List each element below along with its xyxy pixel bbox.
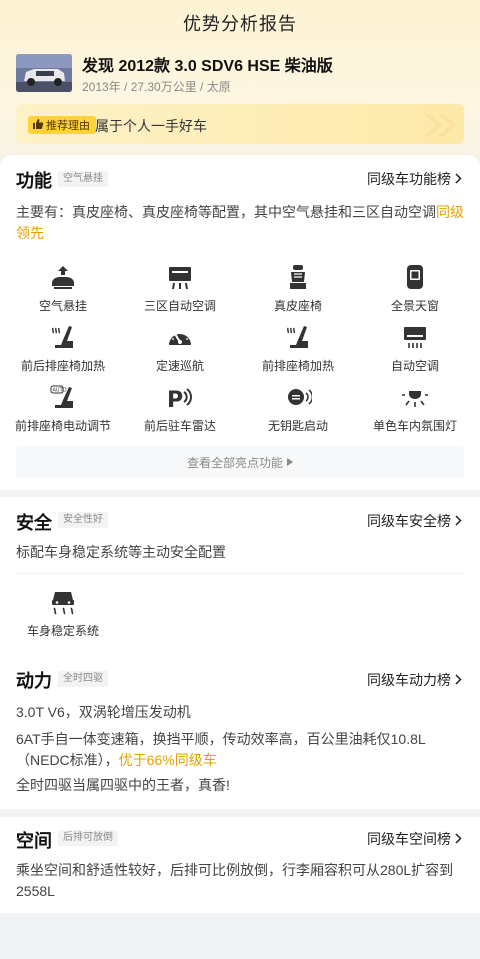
car-meta: 2013年 / 27.30万公里 / 太原	[82, 80, 231, 94]
function-rank-link[interactable]: 同级车功能榜	[367, 169, 462, 189]
ambient-light-icon	[360, 380, 470, 414]
feature-item[interactable]: 全景天窗	[360, 260, 470, 314]
feature-label: 车身稳定系统	[26, 624, 99, 638]
feature-item[interactable]: AUTO 前排座椅电动调节	[8, 380, 118, 434]
power-engine-line: 3.0T V6，双涡轮增压发动机	[16, 704, 191, 720]
car-thumbnail[interactable]	[16, 54, 72, 92]
seat-heating-icon	[8, 320, 118, 354]
chevron-right-icon	[455, 171, 462, 187]
power-seat-icon: AUTO	[8, 380, 118, 414]
parking-radar-icon: P	[125, 380, 235, 414]
tri-zone-ac-icon	[125, 260, 235, 294]
chevron-right-icon	[455, 672, 462, 688]
recommend-tag-label: 推荐理由	[46, 120, 90, 132]
power-section: 动力 全时四驱 同级车动力榜 3.0T V6，双涡轮增压发动机 6AT手自一体变…	[0, 657, 480, 809]
feature-label: 空气悬挂	[38, 299, 87, 313]
space-rank-link-label: 同级车空间榜	[367, 831, 451, 847]
safety-badge: 安全性好	[58, 512, 108, 528]
feature-item[interactable]: 无钥匙启动	[243, 380, 353, 434]
function-description: 主要有：真皮座椅、真皮座椅等配置，其中空气悬挂和三区自动空调同级领先	[16, 202, 464, 244]
feature-item[interactable]: 单色车内氛围灯	[360, 380, 470, 434]
function-section: 功能 空气悬挂 同级车功能榜 主要有：真皮座椅、真皮座椅等配置，其中空气悬挂和三…	[0, 155, 480, 490]
function-title: 功能	[16, 171, 52, 191]
double-chevron-icon	[416, 110, 464, 145]
feature-item[interactable]: 空气悬挂	[8, 260, 118, 314]
feature-item[interactable]: 前后排座椅加热	[8, 320, 118, 374]
keyless-start-icon	[243, 380, 353, 414]
power-drivetrain-line: 全时四驱当属四驱中的王者，真香!	[16, 777, 230, 793]
feature-label: 自动空调	[390, 359, 439, 373]
feature-item[interactable]: 三区自动空调	[125, 260, 235, 314]
safety-rank-link[interactable]: 同级车安全榜	[367, 511, 462, 531]
front-seat-heating-icon	[243, 320, 353, 354]
safety-title: 安全	[16, 513, 52, 533]
feature-item[interactable]: 真皮座椅	[243, 260, 353, 314]
recommend-text: 属于个人一手好车	[95, 118, 207, 134]
feature-item[interactable]: 自动空调	[360, 320, 470, 374]
feature-label: 三区自动空调	[143, 299, 216, 313]
power-rank-link[interactable]: 同级车动力榜	[367, 670, 462, 690]
feature-label: 单色车内氛围灯	[372, 419, 457, 433]
recommend-bar: 推荐理由 属于个人一手好车	[16, 104, 464, 144]
safety-rank-link-label: 同级车安全榜	[367, 513, 451, 529]
function-badge: 空气悬挂	[58, 171, 108, 187]
chevron-right-icon	[455, 831, 462, 847]
panoramic-sunroof-icon	[360, 260, 470, 294]
caret-right-icon	[287, 455, 293, 469]
space-description: 乘坐空间和舒适性较好，后排可比例放倒，行李厢容积可从280L扩容到2558L	[16, 862, 454, 899]
feature-label: 定速巡航	[155, 359, 204, 373]
chevron-right-icon	[455, 513, 462, 529]
cruise-control-icon	[125, 320, 235, 354]
feature-label: 前后驻车雷达	[143, 419, 216, 433]
feature-label: 前后排座椅加热	[20, 359, 105, 373]
feature-item[interactable]: P 前后驻车雷达	[125, 380, 235, 434]
feature-label: 无钥匙启动	[267, 419, 328, 433]
safety-description: 标配车身稳定系统等主动安全配置	[16, 544, 226, 560]
air-suspension-icon	[8, 260, 118, 294]
feature-item[interactable]: 前排座椅加热	[243, 320, 353, 374]
stability-control-icon	[8, 585, 118, 619]
function-rank-link-label: 同级车功能榜	[367, 171, 451, 187]
power-title: 动力	[16, 671, 52, 691]
power-transmission-line: 6AT手自一体变速箱，换挡平顺，传动效率高，百公里油耗仅10.8L（NEDC标准…	[16, 729, 464, 771]
space-badge: 后排可放倒	[58, 830, 118, 846]
safety-section: 安全 安全性好 同级车安全榜 标配车身稳定系统等主动安全配置 车身稳定系统	[0, 497, 480, 657]
svg-text:AUTO: AUTO	[53, 388, 67, 394]
feature-item[interactable]: 定速巡航	[125, 320, 235, 374]
feature-label: 前排座椅加热	[261, 359, 334, 373]
power-transmission-highlight: 优于66%同级车	[118, 752, 217, 768]
safety-divider	[16, 573, 464, 574]
power-transmission-main: 6AT手自一体变速箱，换挡平顺，传动效率高，百公里油耗仅10.8L（NEDC标准…	[16, 731, 426, 768]
feature-label: 真皮座椅	[273, 299, 322, 313]
function-desc-main: 主要有：真皮座椅、真皮座椅等配置，其中空气悬挂和三区自动空调	[16, 204, 436, 220]
thumbs-up-icon	[32, 118, 44, 133]
view-all-features-label: 查看全部亮点功能	[186, 455, 283, 470]
recommend-tag: 推荐理由	[28, 116, 96, 134]
space-section: 空间 后排可放倒 同级车空间榜 乘坐空间和舒适性较好，后排可比例放倒，行李厢容积…	[0, 817, 480, 913]
feature-item[interactable]: 车身稳定系统	[8, 585, 118, 639]
auto-ac-icon	[360, 320, 470, 354]
power-badge: 全时四驱	[58, 671, 108, 687]
view-all-features-button[interactable]: 查看全部亮点功能	[16, 446, 464, 478]
space-rank-link[interactable]: 同级车空间榜	[367, 829, 462, 849]
svg-text:P: P	[167, 388, 183, 411]
car-name: 发现 2012款 3.0 SDV6 HSE 柴油版	[82, 58, 333, 75]
report-hero: 优势分析报告 发现 2012款 3.0 SDV6 HSE 柴油版 2013年 /…	[0, 0, 480, 175]
power-rank-link-label: 同级车动力榜	[367, 672, 451, 688]
leather-seat-icon	[243, 260, 353, 294]
space-title: 空间	[16, 831, 52, 851]
feature-label: 全景天窗	[390, 299, 439, 313]
page-title: 优势分析报告	[183, 14, 297, 34]
feature-label: 前排座椅电动调节	[14, 419, 111, 433]
